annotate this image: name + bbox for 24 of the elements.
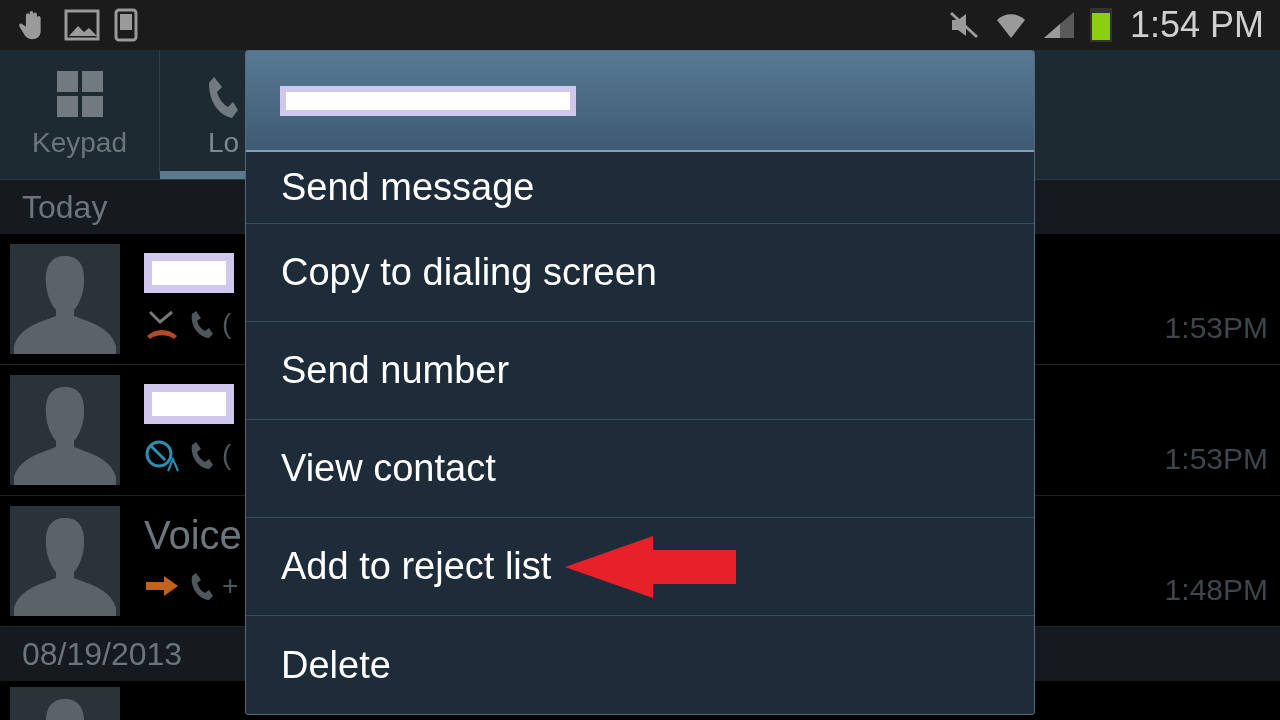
- phone-number: (: [222, 307, 232, 341]
- keypad-icon: [54, 69, 105, 119]
- call-time: 1:53PM: [1164, 310, 1268, 346]
- avatar-icon: [10, 506, 120, 616]
- contact-name: Voice: [144, 515, 243, 555]
- avatar-icon: [10, 375, 120, 485]
- menu-item[interactable]: Delete: [281, 636, 391, 694]
- phone-number: (: [222, 438, 232, 472]
- menu-item[interactable]: Send number: [281, 342, 510, 399]
- avatar-icon: [10, 244, 120, 354]
- call-time: 1:48PM: [1164, 572, 1268, 608]
- phone-icon: [208, 75, 238, 119]
- phone-number: +: [222, 569, 239, 603]
- mute-icon: [947, 10, 980, 40]
- battery-icon: [1089, 8, 1112, 42]
- menu-item[interactable]: Add to reject list: [281, 538, 552, 595]
- menu-item[interactable]: Copy to dialing screen: [281, 244, 657, 301]
- menu-item[interactable]: View contact: [281, 440, 496, 497]
- image-icon: [64, 9, 100, 41]
- clock-time: 1:54 PM: [1129, 3, 1264, 47]
- call-time: 1:53PM: [1164, 441, 1268, 477]
- phone-device-icon: [114, 8, 138, 42]
- section-header: 08/19/2013: [22, 635, 183, 674]
- section-header: Today: [22, 188, 108, 227]
